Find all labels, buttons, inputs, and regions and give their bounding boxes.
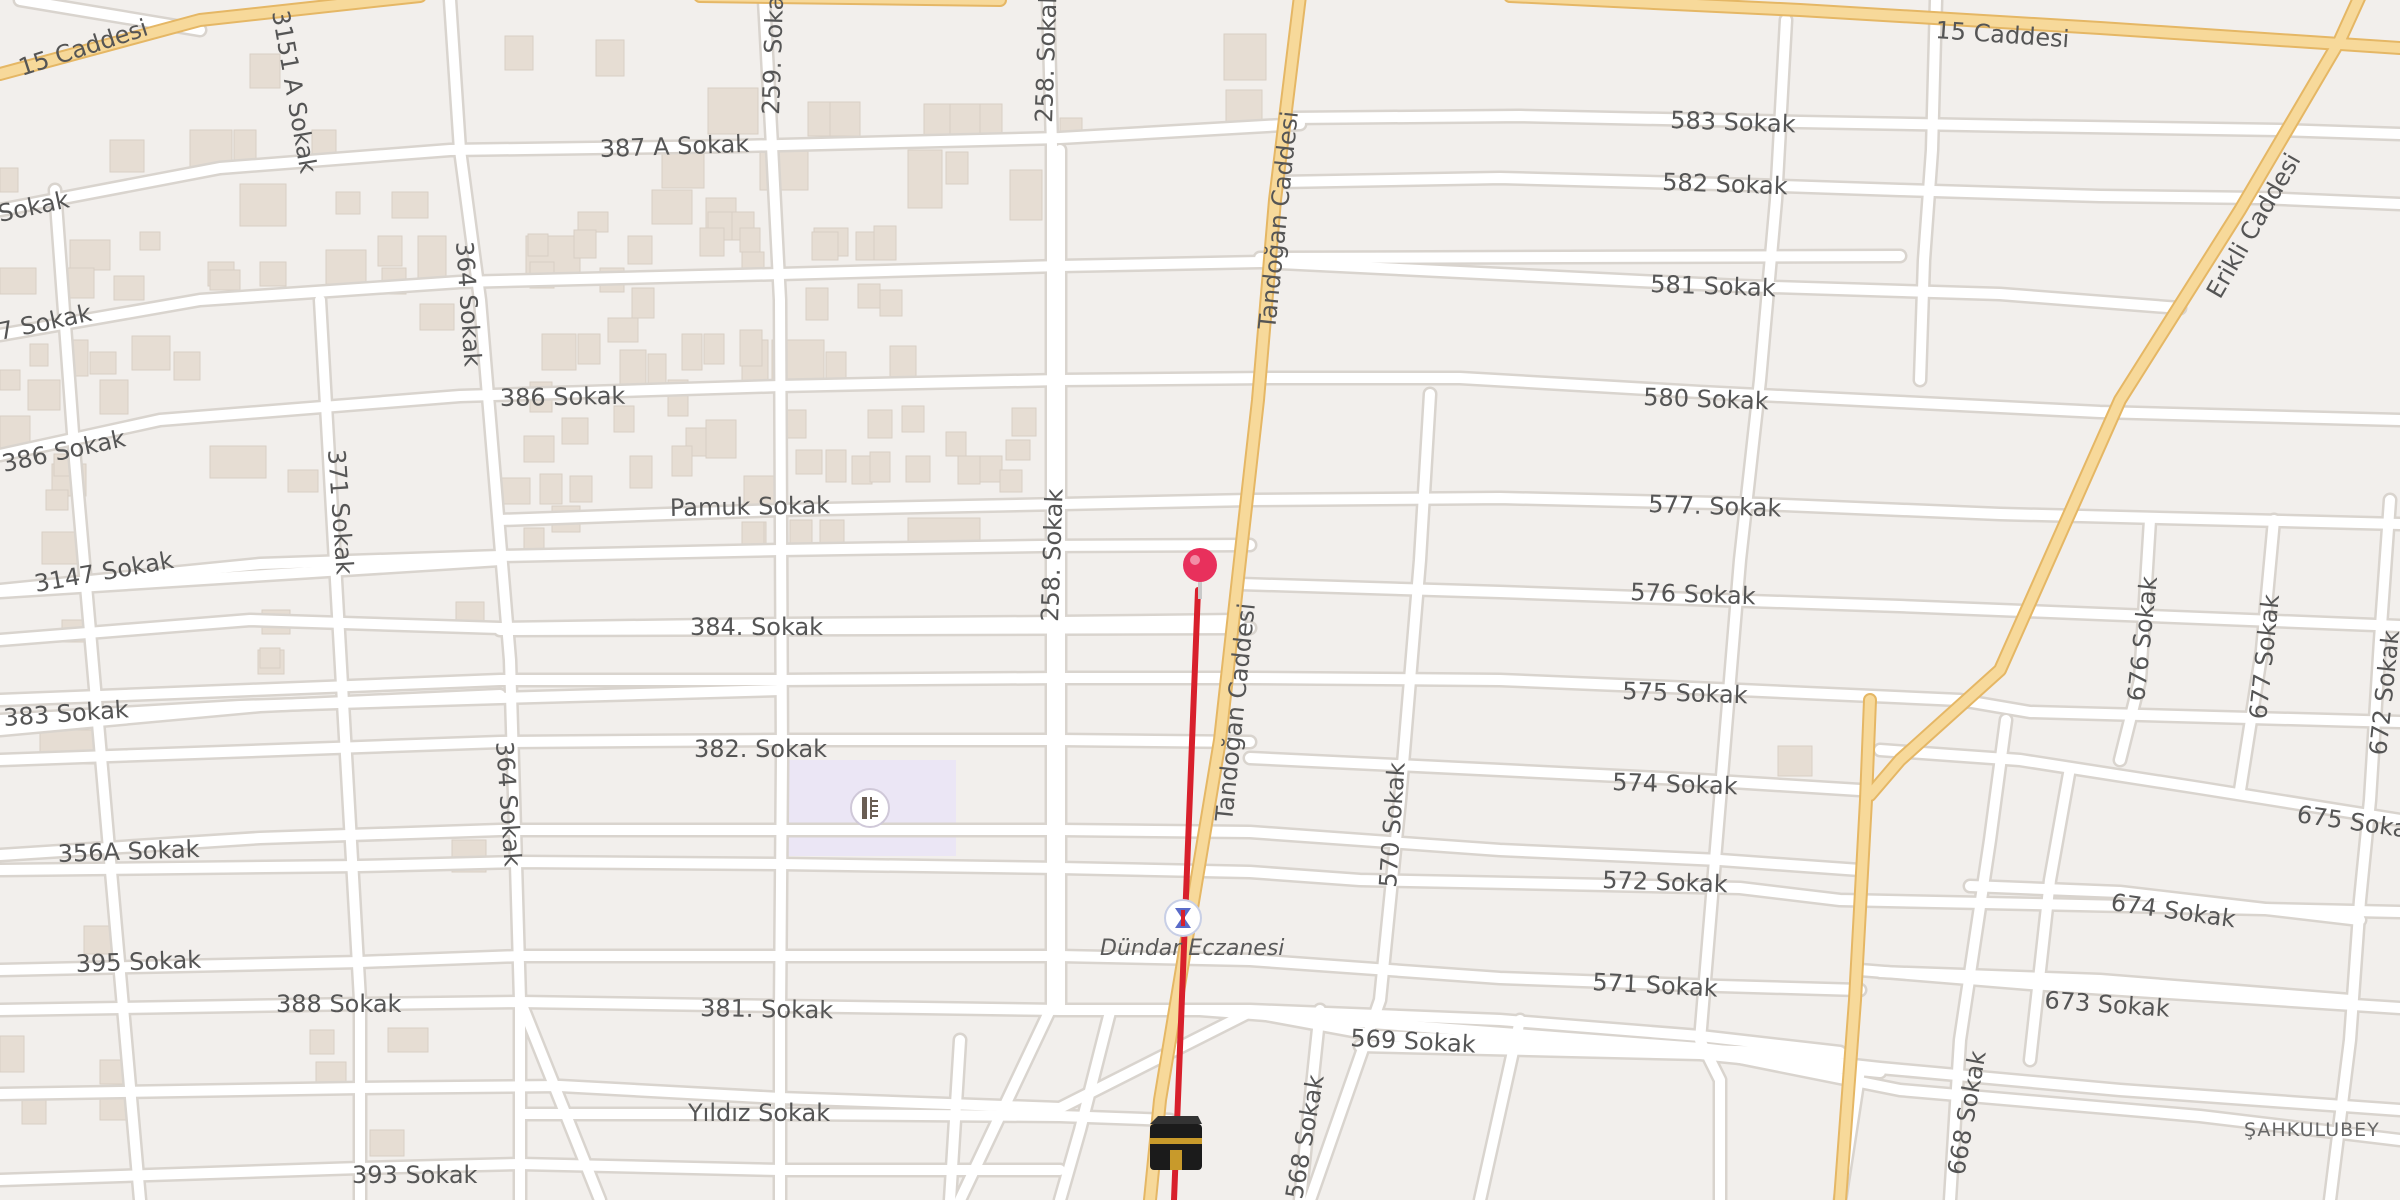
kaaba-icon[interactable]	[1150, 1116, 1202, 1170]
pharmacy-icon[interactable]	[1164, 899, 1202, 937]
street-label: 580 Sokak	[1643, 383, 1769, 415]
street-label: 381. Sokak	[700, 994, 834, 1024]
school-icon[interactable]	[850, 788, 890, 828]
street-label: 574 Sokak	[1612, 768, 1738, 800]
street-label: 382. Sokak	[694, 735, 827, 763]
street-label: Yıldız Sokak	[687, 1099, 830, 1127]
street-label: 583 Sokak	[1670, 106, 1796, 138]
street-label: Pamuk Sokak	[670, 491, 831, 522]
street-label: 258. Sokak	[1036, 488, 1069, 622]
street-label: 577. Sokak	[1648, 490, 1782, 523]
map-canvas[interactable]: 15 Caddesi 15 Caddesi 3151 A Sokak 259. …	[0, 0, 2400, 1200]
street-label: 395 Sokak	[75, 946, 201, 978]
street-label: 356A Sokak	[57, 835, 200, 868]
street-label: 582 Sokak	[1662, 168, 1788, 200]
pharmacy-name[interactable]: Dündar Eczanesi	[1100, 936, 1284, 961]
street-label: 576 Sokak	[1630, 578, 1756, 610]
street-label: 384. Sokak	[690, 613, 823, 641]
street-label: 259. Sokak	[757, 0, 790, 115]
street-label: 393 Sokak	[352, 1161, 478, 1189]
street-label: 387 A Sokak	[599, 130, 749, 163]
street-label: 388 Sokak	[276, 990, 402, 1018]
street-label: 258. Sokak	[1030, 0, 1063, 123]
street-label: 581 Sokak	[1650, 270, 1776, 302]
street-label: 386 Sokak	[500, 382, 626, 412]
street-label: 572 Sokak	[1602, 866, 1728, 898]
suburb-label: ŞAHKULUBEY	[2244, 1119, 2380, 1141]
street-label: 575 Sokak	[1622, 677, 1748, 709]
